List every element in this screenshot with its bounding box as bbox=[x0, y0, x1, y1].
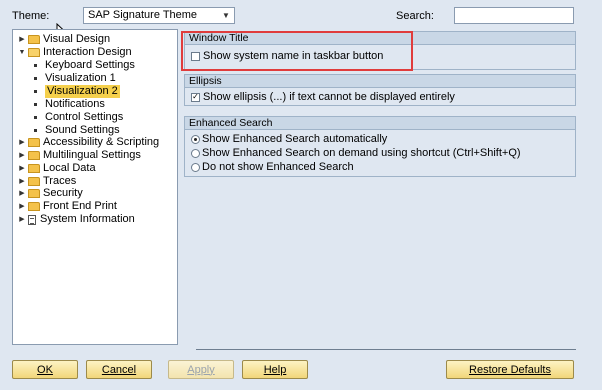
button-label: Help bbox=[263, 363, 287, 376]
folder-icon bbox=[28, 202, 40, 211]
tree-item-multilingual-settings[interactable]: ▶ Multilingual Settings bbox=[18, 149, 141, 162]
bullet-icon bbox=[34, 90, 37, 93]
collapse-arrow-icon[interactable]: ▼ bbox=[18, 46, 26, 59]
tree-item-label: Visual Design bbox=[43, 33, 111, 45]
radio-show-automatically[interactable]: Show Enhanced Search automatically bbox=[191, 133, 387, 145]
folder-icon bbox=[28, 138, 40, 147]
expand-arrow-icon[interactable]: ▶ bbox=[18, 136, 26, 149]
restore-defaults-button[interactable]: Restore Defaults bbox=[446, 360, 574, 379]
tree-item-label: Notifications bbox=[45, 98, 105, 110]
bullet-icon bbox=[34, 64, 37, 67]
ellipsis-group: Ellipsis ✓ Show ellipsis (...) if text c… bbox=[184, 74, 576, 106]
checkbox-label: Show ellipsis (...) if text cannot be di… bbox=[203, 91, 455, 103]
show-ellipsis-checkbox[interactable]: ✓ Show ellipsis (...) if text cannot be … bbox=[191, 91, 455, 103]
radio-icon[interactable] bbox=[191, 162, 200, 172]
expand-arrow-icon[interactable]: ▶ bbox=[18, 149, 26, 162]
expand-arrow-icon[interactable]: ▶ bbox=[18, 162, 26, 175]
settings-tree[interactable]: ▶ Visual Design ▼ Interaction Design Key… bbox=[12, 29, 178, 345]
tree-item-label-selected: Visualization 2 bbox=[45, 85, 120, 98]
radio-label: Show Enhanced Search automatically bbox=[202, 133, 388, 145]
folder-icon bbox=[28, 189, 40, 198]
expand-arrow-icon[interactable]: ▶ bbox=[18, 200, 26, 213]
folder-icon bbox=[28, 35, 40, 44]
theme-label: Theme: bbox=[12, 10, 50, 22]
document-icon bbox=[28, 214, 36, 225]
radio-label: Show Enhanced Search on demand using sho… bbox=[202, 147, 521, 159]
tree-item-visual-design[interactable]: ▶ Visual Design bbox=[18, 33, 110, 46]
tree-item-security[interactable]: ▶ Security bbox=[18, 187, 83, 200]
expand-arrow-icon[interactable]: ▶ bbox=[18, 213, 26, 226]
folder-icon bbox=[28, 177, 40, 186]
theme-dropdown[interactable]: SAP Signature Theme ▼ bbox=[83, 7, 235, 24]
bullet-icon bbox=[34, 77, 37, 80]
tree-item-visualization-1[interactable]: Visualization 1 bbox=[30, 72, 116, 85]
button-label: Apply bbox=[187, 363, 215, 376]
search-label: Search: bbox=[396, 10, 434, 22]
tree-item-local-data[interactable]: ▶ Local Data bbox=[18, 162, 96, 175]
button-label: Restore Defaults bbox=[469, 363, 551, 376]
apply-button[interactable]: Apply bbox=[168, 360, 234, 379]
tree-item-label: Multilingual Settings bbox=[43, 149, 141, 161]
tree-item-label: Keyboard Settings bbox=[45, 59, 135, 71]
tree-item-front-end-print[interactable]: ▶ Front End Print bbox=[18, 200, 117, 213]
tree-item-system-information[interactable]: ▶ System Information bbox=[18, 213, 135, 226]
ok-button[interactable]: OK bbox=[12, 360, 78, 379]
divider bbox=[196, 349, 576, 350]
cancel-button[interactable]: Cancel bbox=[86, 360, 152, 379]
radio-do-not-show[interactable]: Do not show Enhanced Search bbox=[191, 161, 354, 173]
group-title: Ellipsis bbox=[185, 75, 575, 88]
checkmark-icon[interactable]: ✓ bbox=[191, 92, 200, 102]
tree-item-label: System Information bbox=[40, 213, 135, 225]
expand-arrow-icon[interactable]: ▶ bbox=[18, 33, 26, 46]
help-button[interactable]: Help bbox=[242, 360, 308, 379]
button-label: OK bbox=[37, 363, 53, 376]
tree-item-interaction-design[interactable]: ▼ Interaction Design bbox=[18, 46, 132, 59]
folder-icon bbox=[28, 151, 40, 160]
tree-item-label: Control Settings bbox=[45, 111, 124, 123]
expand-arrow-icon[interactable]: ▶ bbox=[18, 187, 26, 200]
radio-icon[interactable] bbox=[191, 148, 200, 158]
tree-item-label: Visualization 1 bbox=[45, 72, 116, 84]
tree-item-accessibility-scripting[interactable]: ▶ Accessibility & Scripting bbox=[18, 136, 159, 149]
radio-label: Do not show Enhanced Search bbox=[202, 161, 354, 173]
radio-show-on-demand[interactable]: Show Enhanced Search on demand using sho… bbox=[191, 147, 521, 159]
folder-icon bbox=[28, 164, 40, 173]
tree-item-label: Accessibility & Scripting bbox=[43, 136, 160, 148]
bullet-icon bbox=[34, 129, 37, 132]
tree-item-control-settings[interactable]: Control Settings bbox=[30, 111, 123, 124]
tree-item-label: Front End Print bbox=[43, 200, 117, 212]
tree-item-label: Interaction Design bbox=[43, 46, 132, 58]
button-label: Cancel bbox=[101, 363, 137, 376]
enhanced-search-group: Enhanced Search Show Enhanced Search aut… bbox=[184, 116, 576, 177]
tree-item-label: Security bbox=[43, 187, 83, 199]
tree-item-visualization-2[interactable]: Visualization 2 bbox=[30, 85, 120, 98]
chevron-down-icon[interactable]: ▼ bbox=[220, 8, 232, 23]
radio-selected-icon[interactable] bbox=[191, 134, 200, 144]
tree-item-notifications[interactable]: Notifications bbox=[30, 98, 105, 111]
search-input[interactable] bbox=[454, 7, 574, 24]
highlight-annotation-box bbox=[181, 31, 413, 71]
theme-dropdown-value: SAP Signature Theme bbox=[88, 9, 198, 21]
group-title: Enhanced Search bbox=[185, 117, 575, 130]
tree-item-keyboard-settings[interactable]: Keyboard Settings bbox=[30, 59, 135, 72]
bullet-icon bbox=[34, 103, 37, 106]
bullet-icon bbox=[34, 116, 37, 119]
tree-item-label: Local Data bbox=[43, 162, 96, 174]
folder-open-icon bbox=[28, 48, 40, 57]
